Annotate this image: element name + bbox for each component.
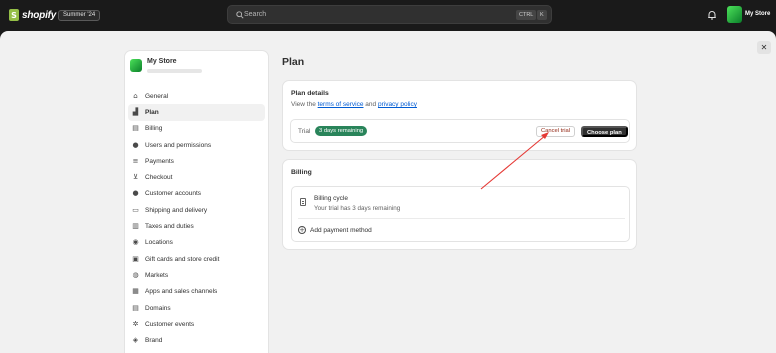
sidebar-item-customer-events[interactable]: ✲ Customer events — [128, 316, 265, 332]
sidebar-item-markets[interactable]: ◍ Markets — [128, 267, 265, 283]
sidebar-item-label: General — [145, 92, 169, 100]
settings-sidebar: My Store ⌂ General ▟ Plan ▤ Billing ● Users and… — [124, 50, 269, 353]
plus-circle-icon: + — [298, 226, 306, 234]
sidebar-item-billing[interactable]: ▤ Billing — [128, 121, 265, 137]
sidebar-item-general[interactable]: ⌂ General — [128, 88, 265, 104]
shopify-bag-icon: S — [9, 9, 19, 21]
plan-desc-and: and — [363, 101, 378, 108]
add-payment-method-label: Add payment method — [310, 226, 372, 234]
brand-icon: ◈ — [132, 336, 139, 345]
sidebar-store-url-redacted — [147, 69, 202, 73]
add-payment-method-button[interactable]: + Add payment method — [298, 226, 372, 234]
sidebar-item-brand[interactable]: ◈ Brand — [128, 332, 265, 348]
person-icon: ● — [132, 189, 139, 198]
page-title: Plan — [282, 56, 305, 68]
sidebar-item-label: Shipping and delivery — [145, 206, 208, 214]
plan-details-title: Plan details — [291, 90, 329, 97]
sidebar-item-label: Plan — [145, 108, 159, 116]
store-icon: ⌂ — [133, 91, 138, 100]
domain-icon: ▤ — [132, 303, 139, 312]
sidebar-item-plan[interactable]: ▟ Plan — [128, 104, 265, 121]
trial-remaining-badge: 3 days remaining — [315, 126, 368, 136]
sidebar-store-name: My Store — [147, 58, 177, 65]
location-pin-icon: ◉ — [132, 238, 139, 247]
sidebar-item-label: Payments — [145, 157, 174, 165]
edition-badge[interactable]: Summer '24 — [58, 10, 101, 21]
billing-cycle-subtitle: Your trial has 3 days remaining — [314, 205, 401, 212]
billing-cycle-title: Billing cycle — [314, 195, 348, 202]
gift-card-icon: ▣ — [132, 254, 139, 263]
shopify-wordmark: shopify — [22, 9, 57, 21]
billing-title: Billing — [291, 169, 312, 176]
sidebar-item-label: Billing — [145, 125, 163, 133]
sidebar-item-taxes-and-duties[interactable]: ▥ Taxes and duties — [128, 218, 265, 234]
sidebar-item-gift-cards-and-store-credit[interactable]: ▣ Gift cards and store credit — [128, 251, 265, 267]
close-icon: ✕ — [760, 43, 768, 52]
plan-chart-icon: ▟ — [132, 107, 139, 116]
shortcut-ctrl-key: CTRL — [516, 10, 537, 20]
billing-card: Billing Billing cycle Your trial has 3 d… — [282, 159, 637, 250]
sidebar-item-label: Domains — [145, 304, 171, 312]
divider — [298, 218, 625, 219]
plan-description: View the terms of service and privacy po… — [291, 101, 417, 108]
taxes-icon: ▥ — [132, 222, 139, 231]
sidebar-item-label: Gift cards and store credit — [145, 255, 220, 263]
sidebar-item-label: Checkout — [145, 174, 173, 182]
events-icon: ✲ — [132, 319, 139, 328]
plan-desc-prefix: View the — [291, 101, 318, 108]
sidebar-store-avatar — [130, 59, 142, 72]
sidebar-item-apps-and-sales-channels[interactable]: ▦ Apps and sales channels — [128, 284, 265, 300]
users-icon: ● — [132, 140, 139, 149]
shopify-logo[interactable]: S shopify — [9, 9, 56, 21]
apps-icon: ▦ — [132, 287, 139, 296]
truck-icon: ▭ — [132, 205, 139, 214]
terms-of-service-link[interactable]: terms of service — [318, 101, 364, 108]
store-menu-name[interactable]: My Store — [745, 11, 770, 17]
sidebar-item-label: Customer accounts — [145, 190, 201, 198]
sidebar-item-label: Brand — [145, 337, 163, 345]
sidebar-item-domains[interactable]: ▤ Domains — [128, 300, 265, 316]
payments-icon: ≡ — [132, 156, 139, 165]
globe-icon: ◍ — [132, 270, 139, 279]
cancel-trial-button[interactable]: Cancel trial — [536, 126, 575, 137]
sidebar-item-users-and-permissions[interactable]: ● Users and permissions — [128, 137, 265, 153]
store-avatar[interactable] — [727, 6, 742, 23]
choose-plan-button[interactable]: Choose plan — [581, 126, 628, 137]
sidebar-item-locations[interactable]: ◉ Locations — [128, 235, 265, 251]
shortcut-k-key: K — [537, 10, 547, 20]
billing-cycle-box: Billing cycle Your trial has 3 days rema… — [291, 186, 630, 242]
privacy-policy-link[interactable]: privacy policy — [378, 101, 417, 108]
sidebar-item-label: Locations — [145, 239, 173, 247]
sidebar-item-label: Markets — [145, 271, 169, 279]
search-placeholder: Search — [244, 11, 267, 18]
sidebar-item-shipping-and-delivery[interactable]: ▭ Shipping and delivery — [128, 202, 265, 218]
sidebar-item-label: Apps and sales channels — [145, 288, 218, 296]
search-bar[interactable]: Search CTRL K — [227, 5, 552, 24]
search-icon — [236, 11, 244, 19]
receipt-icon — [300, 198, 306, 206]
trial-label: Trial — [298, 128, 311, 135]
sidebar-item-payments[interactable]: ≡ Payments — [128, 153, 265, 169]
sidebar-item-label: Customer events — [145, 320, 195, 328]
cart-icon: ⊻ — [132, 173, 139, 182]
top-bar: S shopify Summer '24 Search CTRL K My St… — [0, 0, 776, 31]
plan-details-card: Plan details View the terms of service a… — [282, 80, 637, 151]
notification-bell-icon[interactable] — [707, 10, 717, 20]
billing-icon: ▤ — [132, 124, 139, 133]
close-settings-button[interactable]: ✕ — [757, 41, 771, 54]
sidebar-nav-list: ⌂ General ▟ Plan ▤ Billing ● Users and permissi… — [128, 88, 265, 349]
sidebar-item-customer-accounts[interactable]: ● Customer accounts — [128, 186, 265, 202]
sidebar-item-label: Users and permissions — [145, 141, 212, 149]
sidebar-item-label: Taxes and duties — [145, 223, 194, 231]
trial-row: Trial 3 days remaining Cancel trial Choo… — [290, 119, 630, 143]
sidebar-item-checkout[interactable]: ⊻ Checkout — [128, 169, 265, 185]
